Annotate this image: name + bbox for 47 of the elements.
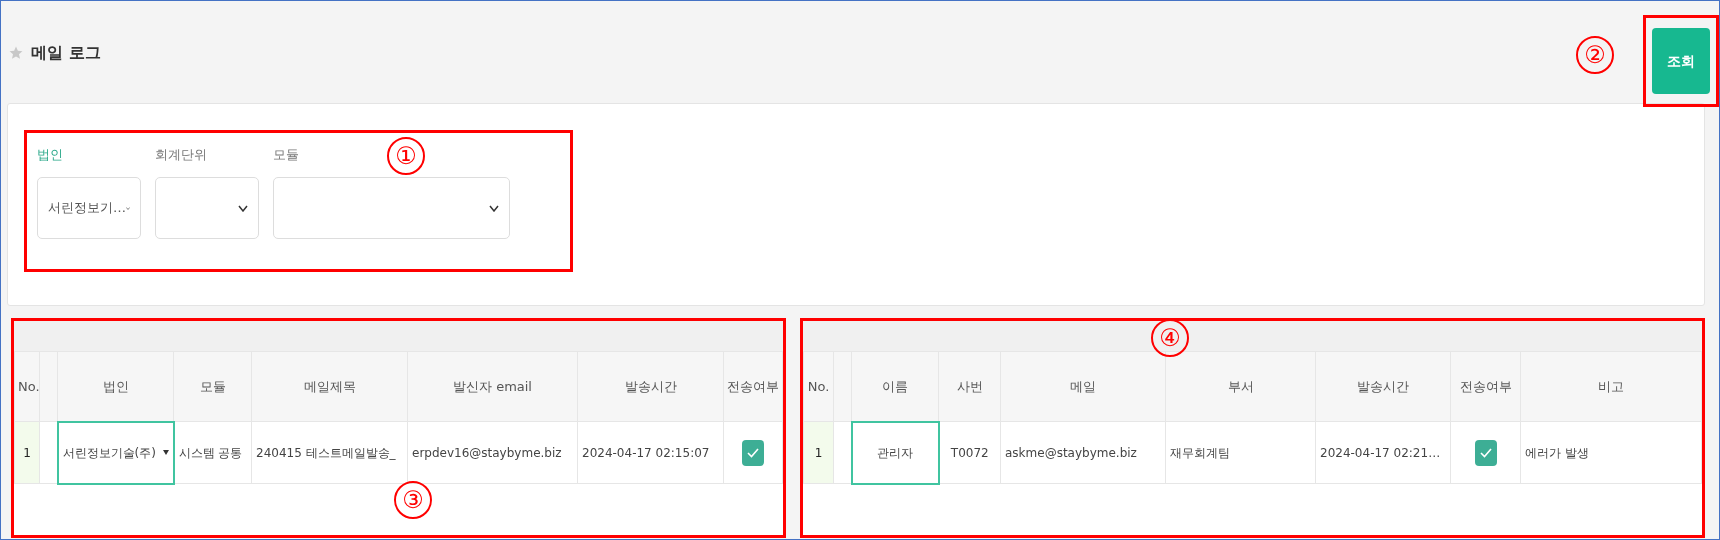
table-cell: 시스템 공통 [173,421,252,484]
column-header: No. [803,351,834,422]
chevron-down-icon [489,204,499,212]
column-header: 부서 [1165,351,1316,422]
annotation-number: ① [387,137,425,175]
check-icon [747,447,759,458]
edit-cell[interactable]: 관리자 [851,421,939,484]
table-cell: 재무회계팀 [1165,421,1316,484]
field-label: 법인 [37,146,63,163]
select-field[interactable]: 서린정보기… [37,177,141,239]
checkbox[interactable] [742,439,764,466]
table-cell: 240415 테스트메일발송_ [251,421,408,484]
star-icon[interactable] [9,46,23,60]
annotation-number: ② [1576,36,1614,74]
annotation-number: ③ [394,481,432,519]
row-number: 1 [14,421,40,484]
select-cell[interactable]: 서린정보기술(주) [57,421,174,484]
check-icon [1479,447,1492,458]
annotation-number: ④ [1151,319,1189,357]
column-header: 법인 [57,351,174,422]
dropdown-arrow-icon [162,450,169,455]
table-cell: 2024-04-17 02:21… [1315,421,1451,484]
column-header: 발신자 email [407,351,578,422]
column-header: 사번 [938,351,1001,422]
column-header: 메일 [1000,351,1166,422]
row-number: 1 [803,421,834,484]
select-field[interactable] [273,177,510,239]
table-cell: askme@staybyme.biz [1000,421,1166,484]
column-header: 이름 [851,351,939,422]
column-header: 발송시간 [577,351,724,422]
column-header: 전송여부 [723,351,783,422]
column-header: 메일제목 [251,351,408,422]
column-header: 발송시간 [1315,351,1451,422]
table-cell: T0072 [938,421,1001,484]
chevron-down-icon [126,204,130,212]
table-cell: 2024-04-17 02:15:07 [577,421,724,484]
column-header: 비고 [1520,351,1702,422]
table-cell: 에러가 발생 [1520,421,1702,484]
chevron-down-icon [238,204,248,212]
field-label: 회계단위 [155,146,207,163]
column-header: 모듈 [173,351,252,422]
select-field[interactable] [155,177,259,239]
field-label: 모듈 [273,146,299,163]
page-title: 메일 로그 [31,42,101,64]
checkbox[interactable] [1474,439,1497,466]
column-header: 전송여부 [1450,351,1521,422]
column-header: No. [14,351,40,422]
